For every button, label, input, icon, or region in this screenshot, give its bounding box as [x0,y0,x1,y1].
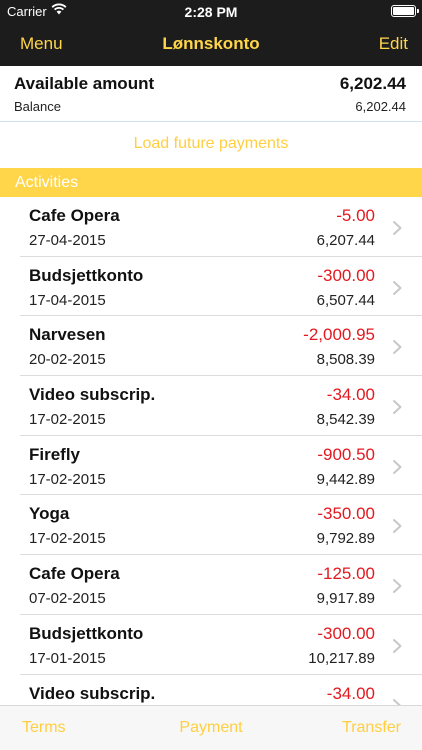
transaction-amount: -350.00 [317,504,375,524]
chevron-right-icon [393,400,402,415]
transaction-row[interactable]: Video subscrip. -34.00 [0,674,422,705]
chevron-right-icon [393,280,402,295]
transaction-amount: -300.00 [317,623,375,643]
load-future-payments-button[interactable]: Load future payments [134,135,289,153]
transaction-date: 17-02-2015 [29,530,106,548]
transaction-amount: -900.50 [317,444,375,464]
transaction-row[interactable]: Budsjettkonto 17-04-2015 -300.00 6,507.44 [0,256,422,317]
transaction-name: Narvesen [29,325,106,345]
load-future-row: Load future payments [0,123,422,168]
transaction-balance: 6,207.44 [316,232,375,249]
transaction-date: 17-04-2015 [29,291,106,309]
transaction-date: 17-02-2015 [29,411,106,429]
transaction-amount: -34.00 [326,385,375,405]
payment-button[interactable]: Payment [179,719,242,737]
edit-button[interactable]: Edit [379,34,408,54]
transfer-button[interactable]: Transfer [342,719,401,737]
transaction-amount: -125.00 [317,564,375,584]
transaction-name: Video subscrip. [29,385,156,405]
transaction-row[interactable]: Yoga 17-02-2015 -350.00 9,792.89 [0,495,422,556]
transaction-date: 17-02-2015 [29,470,106,488]
page-title: Lønnskonto [162,34,260,53]
chevron-right-icon [393,579,402,594]
transaction-balance: 9,792.89 [316,530,375,548]
transaction-name: Yoga [29,504,70,524]
transactions-list[interactable]: Cafe Opera 27-04-2015 -5.00 6,207.44 Budsjet… [0,197,422,705]
transaction-amount: -2,000.95 [303,325,375,345]
transaction-row[interactable]: Cafe Opera 27-04-2015 -5.00 6,207.44 [0,197,422,257]
chevron-right-icon [393,221,402,235]
transaction-balance: 6,507.44 [316,291,375,309]
transaction-date: 07-02-2015 [29,590,106,608]
chevron-right-icon [393,698,402,705]
menu-button[interactable]: Menu [20,34,63,54]
transaction-row[interactable]: Cafe Opera 07-02-2015 -125.00 9,917.89 [0,555,422,615]
transaction-date: 17-01-2015 [29,649,106,667]
available-amount-label: Available amount [14,74,155,93]
transaction-name: Budsjettkonto [29,265,144,285]
transaction-balance: 9,917.89 [316,590,375,608]
transaction-name: Cafe Opera [29,564,120,584]
section-title: Activities [15,174,79,191]
transaction-name: Budsjettkonto [29,623,144,643]
transaction-row[interactable]: Firefly 17-02-2015 -900.50 9,442.89 [0,435,422,496]
chevron-right-icon [393,340,402,355]
transaction-name: Firefly [29,444,81,464]
chevron-right-icon [393,519,402,534]
transaction-row[interactable]: Narvesen 20-02-2015 -2,000.95 8,508.39 [0,316,422,377]
battery-icon [391,5,419,17]
transaction-row[interactable]: Video subscrip. 17-02-2015 -34.00 8,542.39 [0,376,422,436]
transaction-amount: -5.00 [336,206,375,225]
section-header: Activities [0,168,422,197]
status-bar: Carrier 2:28 PM [0,0,422,22]
status-time: 2:28 PM [184,4,238,20]
transaction-row[interactable]: Budsjettkonto 17-01-2015 -300.00 10,217.89 [0,614,422,675]
transaction-name: Cafe Opera [29,206,120,225]
transaction-name: Video subscrip. [29,683,156,703]
chevron-right-icon [393,638,402,653]
account-summary: Available amount 6,202.44 Balance 6,202.… [0,66,422,122]
transaction-balance: 8,542.39 [316,411,375,429]
chevron-right-icon [393,459,402,474]
transaction-amount: -300.00 [317,265,375,285]
balance-label: Balance [14,99,61,114]
transaction-date: 27-04-2015 [29,232,106,249]
transaction-balance: 9,442.89 [316,470,375,488]
transaction-balance: 8,508.39 [316,351,375,369]
transaction-balance: 10,217.89 [308,649,375,667]
bottom-toolbar: Terms Payment Transfer [0,705,422,750]
balance-value: 6,202.44 [355,99,406,114]
transaction-date: 20-02-2015 [29,351,106,369]
transaction-amount: -34.00 [326,683,375,703]
navigation-bar: Menu Lønnskonto Edit [0,22,422,66]
top-bar: Carrier 2:28 PM Menu Lønnskonto Edit [0,0,422,66]
available-amount-value: 6,202.44 [339,74,406,93]
